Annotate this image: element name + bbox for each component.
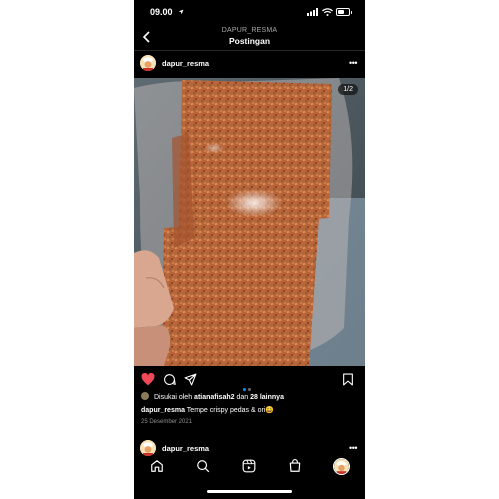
carousel-dot-active (243, 388, 246, 391)
more-options-icon[interactable]: ••• (349, 443, 357, 453)
header-divider (134, 50, 365, 51)
reels-icon[interactable] (242, 459, 256, 473)
post-actions (134, 368, 365, 392)
post-image[interactable]: 1/2 (134, 78, 365, 366)
bottom-tab-bar (134, 455, 365, 479)
carousel-dot (248, 388, 251, 391)
caption-text: Tempe crispy pedas & ori😄 (186, 407, 275, 414)
share-icon[interactable] (184, 373, 197, 386)
search-icon[interactable] (196, 459, 210, 473)
likes-line: Disukai oleh atianafisah2 dan 28 lainnya (141, 392, 284, 401)
app-header: DAPUR_RESMA Postingan (134, 24, 365, 50)
signal-icon (307, 8, 318, 16)
heart-icon[interactable] (141, 373, 155, 386)
avatar[interactable] (140, 440, 156, 456)
battery-fill (338, 10, 344, 14)
wifi-icon (322, 8, 333, 16)
location-icon (178, 9, 184, 15)
post-header: dapur_resma ••• (134, 53, 365, 75)
battery-icon (336, 8, 352, 16)
likes-others[interactable]: 28 lainnya (250, 394, 284, 401)
comment-icon[interactable] (163, 373, 176, 386)
shop-icon[interactable] (288, 459, 302, 473)
liker-avatar (141, 392, 149, 400)
photo-counter: 1/2 (338, 84, 358, 95)
phone-screen: 09.00 DAPUR_RESMA Postingan dapur_resma … (134, 0, 365, 499)
home-indicator (207, 490, 292, 493)
page-title: Postingan (228, 36, 271, 46)
likes-joiner: dan (236, 394, 249, 401)
status-time: 09.00 (150, 7, 173, 17)
post-date: 25 Desember 2021 (141, 419, 193, 425)
bookmark-icon[interactable] (342, 373, 354, 386)
status-bar: 09.00 (134, 0, 365, 24)
avatar-chef-icon (334, 459, 349, 474)
next-post-username[interactable]: dapur_resma (162, 444, 209, 453)
post-username[interactable]: dapur_resma (162, 59, 209, 68)
avatar-chef-icon (140, 440, 156, 456)
post-caption: dapur_resma Tempe crispy pedas & ori😄 (141, 406, 274, 414)
caption-username[interactable]: dapur_resma (141, 407, 185, 414)
more-options-icon[interactable]: ••• (349, 58, 357, 68)
avatar-chef-icon (140, 55, 156, 71)
likes-user[interactable]: atianafisah2 (194, 394, 234, 401)
avatar[interactable] (140, 55, 156, 71)
profile-icon[interactable] (333, 458, 350, 475)
home-icon[interactable] (150, 459, 164, 473)
likes-prefix: Disukai oleh (153, 394, 193, 401)
header-account-name: DAPUR_RESMA (221, 27, 278, 34)
tempe-photo-illustration (134, 78, 365, 366)
